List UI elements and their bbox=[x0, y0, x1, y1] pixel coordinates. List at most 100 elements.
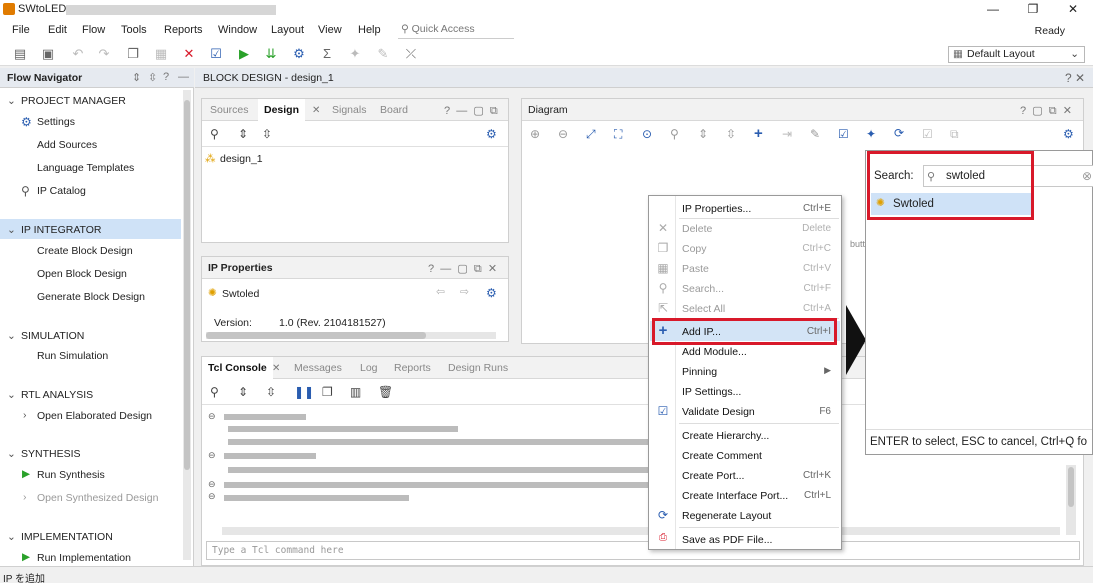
panel-controls-icon[interactable]: ? — ▢ ⧉ ✕ bbox=[428, 262, 497, 276]
menu-item-ip-settings[interactable]: IP Settings... bbox=[682, 386, 741, 398]
cancel-icon[interactable]: ⤫ bbox=[403, 46, 419, 62]
tab-tcl-console[interactable]: Tcl Console bbox=[202, 357, 273, 379]
menu-item-select-all[interactable]: Select All bbox=[682, 303, 725, 315]
zoom-in-icon[interactable]: ⊕ bbox=[530, 127, 540, 141]
tab-design[interactable]: Design bbox=[258, 99, 306, 121]
pin-icon[interactable]: ✦ bbox=[866, 127, 876, 141]
nav-run-simulation[interactable]: Run Simulation bbox=[37, 350, 108, 362]
expand-all-icon[interactable]: ⇳ bbox=[262, 127, 272, 141]
forward-icon[interactable]: ⇨ bbox=[460, 286, 469, 298]
gear-icon[interactable]: ⚙ bbox=[1063, 127, 1074, 141]
tab-reports[interactable]: Reports bbox=[388, 357, 437, 379]
nav-run-synthesis[interactable]: Run Synthesis bbox=[37, 469, 105, 481]
minimize-panel-icon[interactable]: — bbox=[178, 71, 189, 83]
tab-log[interactable]: Log bbox=[354, 357, 384, 379]
debug-icon[interactable]: ✦ bbox=[347, 46, 363, 62]
minimize-icon[interactable]: — bbox=[973, 0, 1013, 20]
panel-controls-icon[interactable]: ? — ▢ ⧉ bbox=[444, 104, 498, 118]
search-icon[interactable]: ⚲ bbox=[670, 127, 679, 141]
console-scrollbar[interactable] bbox=[1066, 465, 1076, 535]
delete-icon[interactable]: ✕ bbox=[181, 46, 197, 62]
menu-item-add-module[interactable]: Add Module... bbox=[682, 346, 747, 358]
tab-design-runs[interactable]: Design Runs bbox=[442, 357, 514, 379]
nav-open-block-design[interactable]: Open Block Design bbox=[37, 268, 127, 280]
add-ip-icon[interactable]: + bbox=[754, 125, 763, 142]
expand-icon[interactable]: ⇳ bbox=[148, 71, 157, 84]
validate-icon[interactable]: ☑ bbox=[208, 46, 224, 62]
connect-icon[interactable]: ⇥ bbox=[782, 127, 792, 141]
quick-access-input[interactable]: ⚲ Quick Access bbox=[398, 22, 514, 39]
close-tab-icon[interactable]: ✕ bbox=[312, 105, 320, 116]
expand-icon[interactable]: ⇳ bbox=[726, 127, 736, 141]
collapse-all-icon[interactable]: ⇕ bbox=[238, 127, 248, 141]
menu-item-pinning[interactable]: Pinning bbox=[682, 366, 717, 378]
menu-item-paste[interactable]: Paste bbox=[682, 263, 709, 275]
menu-item-create-port[interactable]: Create Port... bbox=[682, 470, 744, 482]
collapse-icon[interactable]: ⇕ bbox=[132, 71, 141, 84]
menu-item-validate-design[interactable]: Validate Design bbox=[682, 406, 755, 418]
tab-sources[interactable]: Sources bbox=[204, 99, 255, 121]
search-icon[interactable]: ⚲ bbox=[210, 385, 219, 399]
menu-item-copy[interactable]: Copy bbox=[682, 243, 707, 255]
expand-all-icon[interactable]: ⇳ bbox=[266, 385, 276, 399]
trash-icon[interactable]: 🗑 bbox=[378, 385, 393, 399]
program-icon[interactable]: ⇊ bbox=[263, 46, 279, 62]
nav-create-block-design[interactable]: Create Block Design bbox=[37, 245, 133, 257]
menu-item-save-as-pdf[interactable]: Save as PDF File... bbox=[682, 534, 772, 546]
menu-item-create-comment[interactable]: Create Comment bbox=[682, 450, 762, 462]
nav-ip-catalog[interactable]: IP Catalog bbox=[37, 185, 86, 197]
nav-generate-block-design[interactable]: Generate Block Design bbox=[37, 291, 145, 303]
console-hscrollbar[interactable] bbox=[222, 527, 1060, 535]
new-project-icon[interactable]: ▤ bbox=[12, 46, 28, 62]
back-icon[interactable]: ⇦ bbox=[436, 286, 445, 298]
menu-item-ip-properties[interactable]: IP Properties... bbox=[682, 203, 751, 215]
section-synthesis[interactable]: ⌄ SYNTHESIS bbox=[7, 448, 81, 460]
collapse-all-icon[interactable]: ⇕ bbox=[238, 385, 248, 399]
tool-icon[interactable]: ✎ bbox=[375, 46, 391, 62]
tab-board[interactable]: Board bbox=[374, 99, 414, 121]
menu-tools[interactable]: Tools bbox=[121, 24, 147, 36]
menu-item-regenerate-layout[interactable]: Regenerate Layout bbox=[682, 510, 771, 522]
menu-flow[interactable]: Flow bbox=[82, 24, 105, 36]
settings-icon[interactable]: ⚙ bbox=[291, 46, 307, 62]
nav-settings[interactable]: Settings bbox=[37, 116, 75, 128]
menu-layout[interactable]: Layout bbox=[271, 24, 304, 36]
nav-run-implementation[interactable]: Run Implementation bbox=[37, 552, 131, 564]
menu-item-create-hierarchy[interactable]: Create Hierarchy... bbox=[682, 430, 769, 442]
menu-item-create-interface-port[interactable]: Create Interface Port... bbox=[682, 490, 788, 502]
close-window-icon[interactable]: ✕ bbox=[1053, 0, 1093, 20]
close-tab-icon[interactable]: ✕ bbox=[272, 363, 280, 374]
drc-icon[interactable]: ☑ bbox=[922, 127, 933, 141]
hierarchy-icon[interactable]: ⧉ bbox=[950, 127, 959, 142]
menu-item-search[interactable]: Search... bbox=[682, 283, 724, 295]
copy-icon[interactable]: ❐ bbox=[322, 385, 333, 399]
section-simulation[interactable]: ⌄ SIMULATION bbox=[7, 330, 84, 342]
pause-icon[interactable]: ❚❚ bbox=[294, 385, 314, 399]
menu-file[interactable]: File bbox=[12, 24, 30, 36]
section-ip-integrator[interactable]: ⌄ IP INTEGRATOR bbox=[7, 224, 102, 236]
redo-icon[interactable]: ↷ bbox=[96, 46, 112, 62]
gear-icon[interactable]: ⚙ bbox=[486, 127, 497, 141]
save-icon[interactable]: ▣ bbox=[40, 46, 56, 62]
menu-window[interactable]: Window bbox=[218, 24, 257, 36]
help-icon[interactable]: ? ✕ bbox=[1065, 71, 1085, 85]
menu-help[interactable]: Help bbox=[358, 24, 381, 36]
sigma-icon[interactable]: Σ bbox=[319, 46, 335, 62]
menu-item-delete[interactable]: Delete bbox=[682, 223, 712, 235]
menu-reports[interactable]: Reports bbox=[164, 24, 203, 36]
section-project-manager[interactable]: ⌄ PROJECT MANAGER bbox=[7, 95, 126, 107]
table-icon[interactable]: ▥ bbox=[350, 385, 361, 399]
tcl-command-input[interactable]: Type a Tcl command here bbox=[206, 541, 1080, 560]
clear-icon[interactable]: ⊗ bbox=[1082, 169, 1092, 183]
paste-icon[interactable]: ▦ bbox=[153, 46, 169, 62]
zoom-area-icon[interactable]: ⛶ bbox=[614, 127, 622, 142]
scrollbar-thumb[interactable] bbox=[184, 100, 190, 470]
nav-add-sources[interactable]: Add Sources bbox=[37, 139, 97, 151]
tab-signals[interactable]: Signals bbox=[326, 99, 372, 121]
tree-item-design[interactable]: design_1 bbox=[220, 153, 263, 165]
layout-selector[interactable]: ▦ Default Layout ⌄ bbox=[948, 46, 1085, 63]
undo-icon[interactable]: ↶ bbox=[70, 46, 86, 62]
horizontal-scrollbar[interactable] bbox=[206, 332, 496, 339]
gear-icon[interactable]: ⚙ bbox=[486, 286, 497, 300]
collapse-icon[interactable]: ⇕ bbox=[698, 127, 708, 141]
